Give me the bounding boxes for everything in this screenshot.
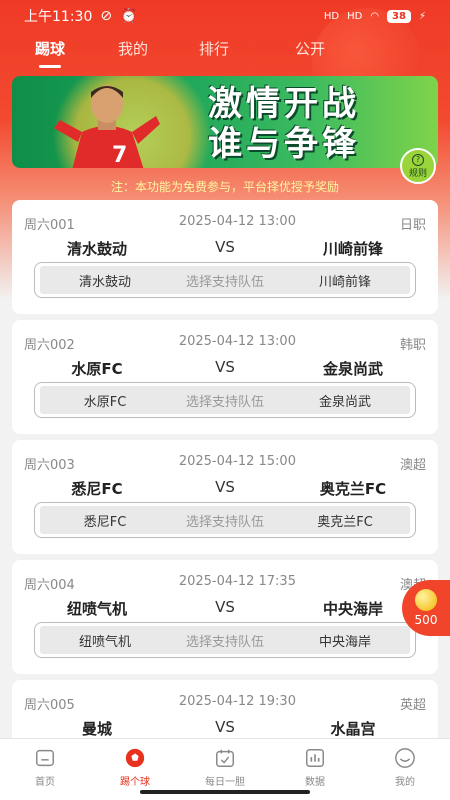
pick-prompt: 选择支持队伍 xyxy=(185,514,264,530)
match-league: 英超 xyxy=(399,698,426,713)
team-picker: 纽喷气机 选择支持队伍 中央海岸 xyxy=(34,622,416,658)
coin-balance-button[interactable]: 500 xyxy=(402,580,450,636)
vs-label: VS xyxy=(215,598,235,616)
nav-label: 每日一胆 xyxy=(205,777,245,788)
status-bar: 上午11:30 ⊘ ⏰ HD HD ◠ 38 ⚡ xyxy=(0,0,450,32)
wifi-icon: ◠ xyxy=(370,10,380,22)
promo-banner[interactable]: 7 激情开战 谁与争锋 xyxy=(12,76,438,168)
charging-icon: ⚡ xyxy=(418,10,426,22)
question-icon: ? xyxy=(412,153,424,166)
away-team: 金泉尚武 xyxy=(322,360,383,378)
nav-label: 首页 xyxy=(35,777,55,788)
pick-prompt: 选择支持队伍 xyxy=(185,274,264,290)
tab-label: 踢球 xyxy=(34,40,65,58)
tab-ranking[interactable]: 排行 xyxy=(166,34,262,70)
tab-underline xyxy=(39,65,61,68)
tab-public[interactable]: 公开 xyxy=(262,34,358,70)
pick-prompt: 选择支持队伍 xyxy=(185,394,264,410)
away-team: 水晶宫 xyxy=(330,720,376,738)
home-team: 悉尼FC xyxy=(71,480,123,498)
vs-label: VS xyxy=(215,718,235,736)
status-time: 上午11:30 xyxy=(24,9,93,25)
battery-indicator: 38 xyxy=(387,9,411,23)
match-card: 周六001 2025-04-12 13:00 日职 清水鼓动 VS 川崎前锋 清… xyxy=(12,200,438,314)
nav-home[interactable]: 首页 xyxy=(0,739,90,800)
signal-icon-2: HD xyxy=(347,10,363,22)
banner-slogan: 激情开战 谁与争锋 xyxy=(208,84,428,164)
banner-line-2: 谁与争锋 xyxy=(208,124,360,164)
football-icon xyxy=(125,748,145,768)
vs-label: VS xyxy=(215,358,235,376)
team-picker: 清水鼓动 选择支持队伍 川崎前锋 xyxy=(34,262,416,298)
match-league: 澳超 xyxy=(399,458,426,473)
coin-icon xyxy=(415,589,437,611)
home-team: 清水鼓动 xyxy=(66,240,127,258)
home-indicator xyxy=(140,790,310,794)
alarm-icon: ⏰ xyxy=(120,8,138,24)
away-team: 奥克兰FC xyxy=(319,480,387,498)
match-card: 周六004 2025-04-12 17:35 澳超 纽喷气机 VS 中央海岸 纽… xyxy=(12,560,438,674)
pick-home-button[interactable]: 清水鼓动 xyxy=(40,271,170,290)
match-time: 2025-04-12 13:00 xyxy=(178,334,296,349)
match-card: 周六005 2025-04-12 19:30 英超 曼城 VS 水晶宫 xyxy=(12,680,438,738)
nav-label: 数据 xyxy=(305,777,325,788)
tab-mine[interactable]: 我的 xyxy=(100,34,166,70)
match-card: 周六003 2025-04-12 15:00 澳超 悉尼FC VS 奥克兰FC … xyxy=(12,440,438,554)
pick-away-button[interactable]: 中央海岸 xyxy=(280,631,410,650)
match-time: 2025-04-12 19:30 xyxy=(178,694,296,709)
tab-kick[interactable]: 踢球 xyxy=(0,34,100,70)
nav-label: 我的 xyxy=(395,777,415,788)
top-tabs: 踢球 我的 排行 公开 xyxy=(0,34,450,70)
chart-icon xyxy=(306,749,324,767)
match-league: 日职 xyxy=(399,218,426,233)
tab-label: 公开 xyxy=(294,40,325,58)
pick-home-button[interactable]: 纽喷气机 xyxy=(40,631,170,650)
match-time: 2025-04-12 17:35 xyxy=(178,574,296,589)
away-team: 川崎前锋 xyxy=(322,240,383,258)
tab-label: 排行 xyxy=(198,40,229,58)
svg-text:7: 7 xyxy=(112,143,127,168)
notice-text: 注：本功能为免费参与，平台择优授予奖励 xyxy=(110,180,339,194)
nav-mine[interactable]: 我的 xyxy=(360,739,450,800)
tab-label: 我的 xyxy=(117,40,148,58)
pick-away-button[interactable]: 奥克兰FC xyxy=(280,511,410,530)
match-card: 周六002 2025-04-12 13:00 韩职 水原FC VS 金泉尚武 水… xyxy=(12,320,438,434)
home-team: 纽喷气机 xyxy=(66,600,127,618)
pick-away-button[interactable]: 川崎前锋 xyxy=(280,271,410,290)
match-time: 2025-04-12 13:00 xyxy=(178,214,296,229)
vs-label: VS xyxy=(215,238,235,256)
match-code: 周六003 xyxy=(24,458,75,473)
rules-label: 规则 xyxy=(408,168,427,179)
mute-icon: ⊘ xyxy=(100,8,113,24)
banner-line-1: 激情开战 xyxy=(208,84,360,124)
team-picker: 水原FC 选择支持队伍 金泉尚武 xyxy=(34,382,416,418)
match-code: 周六001 xyxy=(24,218,75,233)
smile-icon xyxy=(395,748,415,768)
match-league: 韩职 xyxy=(399,338,426,353)
pick-away-button[interactable]: 金泉尚武 xyxy=(280,391,410,410)
coin-count: 500 xyxy=(414,613,438,627)
pick-home-button[interactable]: 悉尼FC xyxy=(40,511,170,530)
football-player-illustration: 7 xyxy=(54,85,160,168)
team-picker: 悉尼FC 选择支持队伍 奥克兰FC xyxy=(34,502,416,538)
pick-prompt: 选择支持队伍 xyxy=(185,634,264,650)
match-code: 周六002 xyxy=(24,338,75,353)
match-code: 周六004 xyxy=(24,578,75,593)
signal-icon: HD xyxy=(323,10,340,22)
calendar-icon xyxy=(216,749,234,767)
home-team: 水原FC xyxy=(71,360,123,378)
home-icon xyxy=(36,749,54,767)
vs-label: VS xyxy=(215,478,235,496)
home-team: 曼城 xyxy=(81,720,112,738)
match-time: 2025-04-12 15:00 xyxy=(178,454,296,469)
pick-home-button[interactable]: 水原FC xyxy=(40,391,170,410)
match-code: 周六005 xyxy=(24,698,75,713)
nav-label: 踢个球 xyxy=(120,777,150,788)
